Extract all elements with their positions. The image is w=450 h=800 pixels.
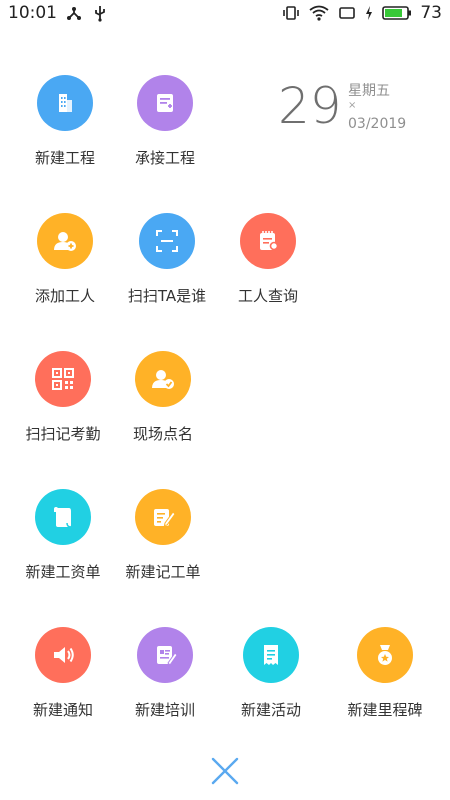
date-month-year: 03/2019 bbox=[348, 116, 407, 132]
menu-item-label: 新建工程 bbox=[34, 149, 95, 167]
menu-item-new-activity[interactable]: 新建活动 bbox=[216, 627, 326, 747]
menu-item-new-payroll[interactable]: 新建工资单 bbox=[8, 489, 118, 609]
date-day: 29 bbox=[278, 77, 342, 135]
menu-item-new-project[interactable]: 新建工程 bbox=[10, 75, 120, 195]
user-check-icon bbox=[135, 351, 191, 407]
menu-item-label: 扫扫TA是谁 bbox=[127, 287, 207, 305]
date-widget: 29 星期五 × 03/2019 bbox=[278, 78, 438, 138]
scan-icon bbox=[139, 213, 195, 269]
wifi-icon bbox=[308, 4, 330, 22]
app-screen: 10:01 73 29 星期五 × 03/2019 新建工程 承接工程 添加工人… bbox=[0, 0, 450, 800]
scroll-icon bbox=[35, 489, 91, 545]
menu-item-new-training[interactable]: 新建培训 bbox=[110, 627, 220, 747]
status-right: 73 bbox=[282, 3, 442, 23]
battery-level: 73 bbox=[420, 3, 442, 23]
screen-cast-icon bbox=[338, 4, 356, 22]
notebook-search-icon bbox=[240, 213, 296, 269]
menu-item-worker-query[interactable]: 工人查询 bbox=[213, 213, 323, 333]
menu-item-add-worker[interactable]: 添加工人 bbox=[10, 213, 120, 333]
menu-item-label: 工人查询 bbox=[237, 287, 298, 305]
menu-item-label: 新建活动 bbox=[240, 701, 301, 719]
status-left: 10:01 bbox=[8, 3, 109, 23]
menu-item-label: 添加工人 bbox=[34, 287, 95, 305]
date-weekday: 星期五 bbox=[348, 83, 390, 99]
user-add-icon bbox=[37, 213, 93, 269]
menu-item-label: 新建记工单 bbox=[125, 563, 201, 581]
close-icon bbox=[210, 756, 240, 786]
close-button[interactable] bbox=[206, 752, 244, 790]
status-time: 10:01 bbox=[8, 3, 57, 23]
menu-item-label: 新建通知 bbox=[32, 701, 93, 719]
medal-icon bbox=[357, 627, 413, 683]
building-icon bbox=[37, 75, 93, 131]
usb-icon bbox=[91, 4, 109, 22]
qr-code-icon bbox=[35, 351, 91, 407]
speaker-icon bbox=[35, 627, 91, 683]
menu-item-label: 新建里程碑 bbox=[347, 701, 423, 719]
menu-item-new-worklog[interactable]: 新建记工单 bbox=[108, 489, 218, 609]
document-add-icon bbox=[137, 75, 193, 131]
share-network-icon bbox=[65, 4, 83, 22]
menu-item-label: 承接工程 bbox=[134, 149, 195, 167]
status-bar: 10:01 73 bbox=[0, 0, 450, 30]
menu-item-label: 扫扫记考勤 bbox=[25, 425, 101, 443]
menu-item-label: 现场点名 bbox=[132, 425, 193, 443]
menu-item-scan-attendance[interactable]: 扫扫记考勤 bbox=[8, 351, 118, 471]
date-separator: × bbox=[348, 100, 357, 111]
menu-item-undertake-project[interactable]: 承接工程 bbox=[110, 75, 220, 195]
menu-item-scan-who[interactable]: 扫扫TA是谁 bbox=[112, 213, 222, 333]
edit-note-icon bbox=[135, 489, 191, 545]
menu-item-label: 新建培训 bbox=[134, 701, 195, 719]
menu-item-label: 新建工资单 bbox=[25, 563, 101, 581]
menu-item-new-milestone[interactable]: 新建里程碑 bbox=[330, 627, 440, 747]
battery-icon bbox=[382, 4, 412, 22]
receipt-icon bbox=[243, 627, 299, 683]
menu-item-new-notice[interactable]: 新建通知 bbox=[8, 627, 118, 747]
charging-icon bbox=[364, 4, 374, 22]
vibrate-icon bbox=[282, 4, 300, 22]
training-icon bbox=[137, 627, 193, 683]
menu-item-site-rollcall[interactable]: 现场点名 bbox=[108, 351, 218, 471]
